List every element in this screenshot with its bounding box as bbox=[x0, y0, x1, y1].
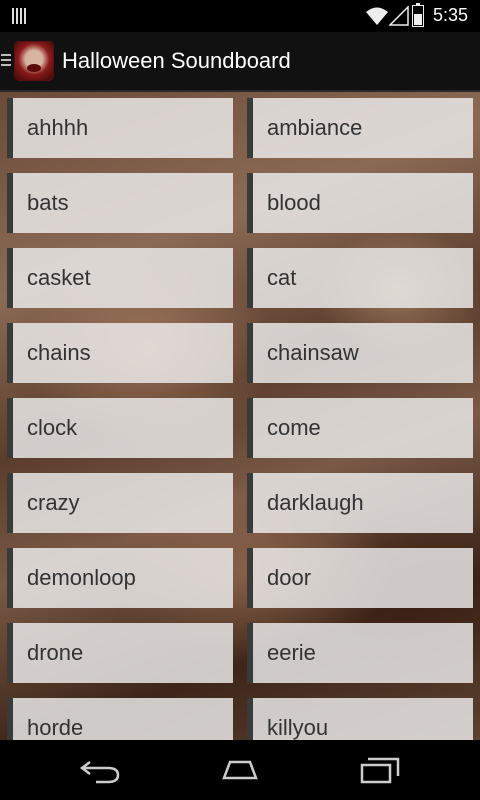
wifi-icon bbox=[366, 7, 388, 25]
sound-button-label: killyou bbox=[267, 715, 329, 740]
sound-button-label: horde bbox=[27, 715, 84, 740]
sound-button-ahhhh[interactable]: ahhhh bbox=[7, 98, 233, 158]
sound-button-label: come bbox=[267, 415, 321, 440]
sound-button-label: darklaugh bbox=[267, 490, 364, 515]
sound-button-label: ambiance bbox=[267, 115, 363, 140]
battery-icon bbox=[412, 3, 424, 27]
back-icon[interactable] bbox=[76, 754, 124, 786]
home-icon[interactable] bbox=[216, 754, 264, 786]
sound-button-chainsaw[interactable]: chainsaw bbox=[247, 323, 473, 383]
navigation-bar bbox=[0, 740, 480, 800]
sound-button-label: casket bbox=[27, 265, 91, 290]
sound-button-door[interactable]: door bbox=[247, 548, 473, 608]
sound-button-label: chains bbox=[27, 340, 91, 365]
sound-button-label: bats bbox=[27, 190, 69, 215]
sound-button-label: ahhhh bbox=[27, 115, 89, 140]
sound-button-clock[interactable]: clock bbox=[7, 398, 233, 458]
recent-apps-icon[interactable] bbox=[356, 754, 404, 786]
sound-button-label: drone bbox=[27, 640, 84, 665]
sound-button-chains[interactable]: chains bbox=[7, 323, 233, 383]
sound-button-horde[interactable]: horde bbox=[7, 698, 233, 740]
sound-button-blood[interactable]: blood bbox=[247, 173, 473, 233]
sound-button-casket[interactable]: casket bbox=[7, 248, 233, 308]
notification-bars-icon bbox=[12, 8, 30, 24]
sound-button-label: cat bbox=[267, 265, 297, 290]
sound-button-cat[interactable]: cat bbox=[247, 248, 473, 308]
sound-button-label: demonloop bbox=[27, 565, 136, 590]
sound-button-demonloop[interactable]: demonloop bbox=[7, 548, 233, 608]
soundboard-content[interactable]: ahhhh ambiance bats blood casket cat chains cha… bbox=[0, 92, 480, 740]
sound-button-label: crazy bbox=[27, 490, 80, 515]
sound-button-ambiance[interactable]: ambiance bbox=[247, 98, 473, 158]
drawer-indicator-icon[interactable] bbox=[1, 54, 11, 68]
app-title: Halloween Soundboard bbox=[62, 48, 291, 73]
sound-button-drone[interactable]: drone bbox=[7, 623, 233, 683]
sound-button-label: clock bbox=[27, 415, 78, 440]
sound-button-eerie[interactable]: eerie bbox=[247, 623, 473, 683]
status-time: 5:35 bbox=[433, 5, 469, 25]
sound-button-come[interactable]: come bbox=[247, 398, 473, 458]
signal-icon bbox=[389, 6, 409, 26]
sound-button-darklaugh[interactable]: darklaugh bbox=[247, 473, 473, 533]
sound-button-label: blood bbox=[267, 190, 321, 215]
status-bar: 5:35 bbox=[0, 0, 480, 32]
zombie-face-icon[interactable] bbox=[14, 41, 54, 81]
action-bar: Halloween Soundboard bbox=[0, 32, 480, 92]
sound-button-label: chainsaw bbox=[267, 340, 359, 365]
sound-button-killyou[interactable]: killyou bbox=[247, 698, 473, 740]
sound-button-label: eerie bbox=[267, 640, 316, 665]
sound-button-crazy[interactable]: crazy bbox=[7, 473, 233, 533]
sound-button-bats[interactable]: bats bbox=[7, 173, 233, 233]
sound-button-label: door bbox=[267, 565, 312, 590]
